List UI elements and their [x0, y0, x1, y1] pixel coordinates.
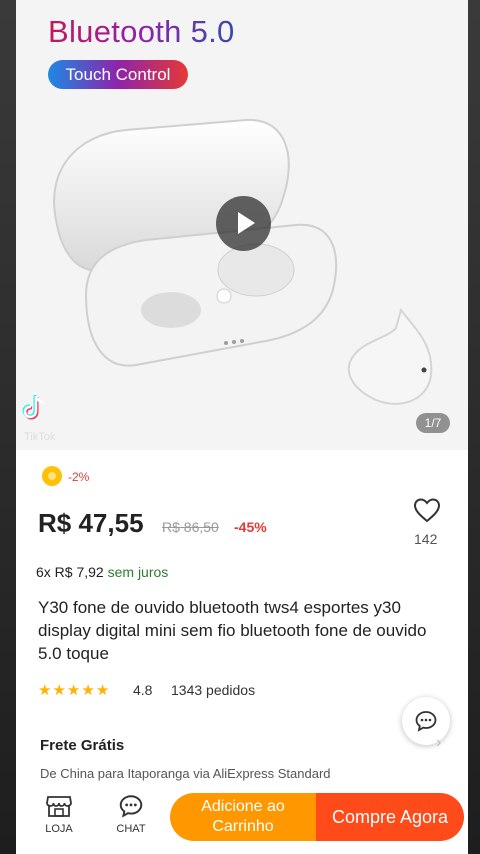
star-icon: ★: [95, 682, 111, 699]
shipping-title: Frete Grátis: [40, 737, 125, 754]
earbuds-image: [53, 118, 433, 405]
product-screen: Bluetooth 5.0 Touch Control 1/7 TikTok -…: [16, 0, 468, 854]
chat-button[interactable]: CHAT: [106, 793, 156, 843]
video-play-button[interactable]: [216, 196, 271, 251]
left-backdrop: [0, 0, 16, 854]
orders-count: 1343 pedidos: [171, 682, 256, 698]
tiktok-logo-icon: [22, 395, 45, 420]
installments-label: sem juros: [107, 564, 169, 580]
store-label: LOJA: [45, 823, 73, 835]
floating-chat-button[interactable]: [402, 697, 450, 745]
add-to-cart-label: Adicione ao Carrinho: [201, 798, 285, 835]
buy-now-button[interactable]: Compre Agora: [316, 793, 464, 841]
current-price: R$ 47,55: [38, 508, 144, 538]
chat-icon: [119, 795, 143, 818]
tiktok-watermark: TikTok: [24, 431, 56, 443]
original-price: R$ 86,50: [162, 519, 219, 535]
rating-value: 4.8: [133, 682, 153, 698]
discount-percent: -45%: [234, 519, 267, 535]
product-image-gallery[interactable]: Bluetooth 5.0 Touch Control 1/7: [16, 0, 468, 450]
store-button[interactable]: LOJA: [34, 793, 84, 843]
wishlist-count: 142: [414, 531, 438, 547]
installments-amount: 6x R$ 7,92: [36, 564, 104, 580]
store-icon: [46, 796, 72, 817]
add-to-cart-button[interactable]: Adicione ao Carrinho: [170, 793, 316, 841]
coin-discount: -2%: [68, 470, 90, 484]
chat-label: CHAT: [116, 823, 146, 835]
bottom-action-bar: LOJA CHAT Adicione ao Carrinho Compre Ag…: [16, 790, 468, 854]
star-icon: ★: [81, 682, 96, 699]
star-icon: ★: [52, 682, 67, 699]
chevron-right-icon[interactable]: ›: [436, 734, 441, 752]
image-counter: 1/7: [416, 413, 450, 433]
star-icon: ★: [38, 682, 53, 699]
shipping-detail: De China para Itaporanga via AliExpress …: [40, 766, 331, 781]
right-backdrop: [468, 0, 480, 854]
rating-stars: ★★★★★: [38, 681, 110, 699]
installments-info: 6x R$ 7,92 sem juros: [36, 564, 168, 580]
touch-control-badge: Touch Control: [48, 60, 188, 89]
product-title: Y30 fone de ouvido bluetooth tws4 esport…: [38, 598, 427, 663]
chat-bubble-icon: [415, 711, 437, 732]
heart-icon[interactable]: [413, 497, 441, 523]
hero-title: Bluetooth 5.0: [48, 14, 235, 49]
coin-icon: [42, 466, 62, 486]
star-icon: ★: [66, 682, 82, 699]
